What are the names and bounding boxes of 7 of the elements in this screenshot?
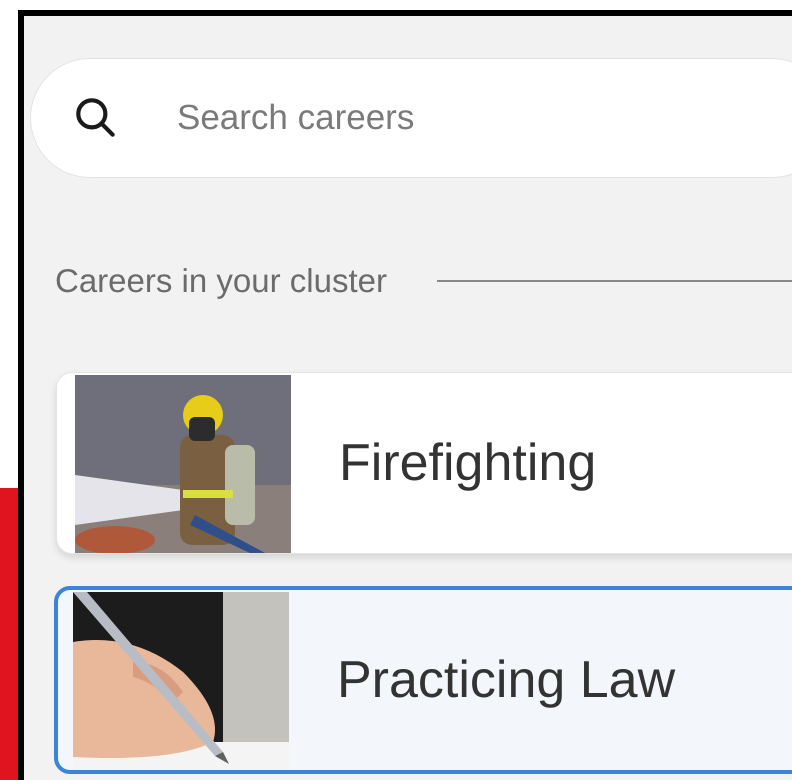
- career-title: Firefighting: [339, 432, 596, 494]
- career-title: Practicing Law: [337, 650, 676, 710]
- search-input[interactable]: Search careers: [177, 92, 792, 144]
- career-card[interactable]: Practicing Law: [54, 586, 792, 774]
- section-heading: Careers in your cluster: [55, 261, 387, 301]
- career-card[interactable]: Firefighting: [56, 372, 792, 554]
- search-field[interactable]: Search careers: [30, 58, 792, 178]
